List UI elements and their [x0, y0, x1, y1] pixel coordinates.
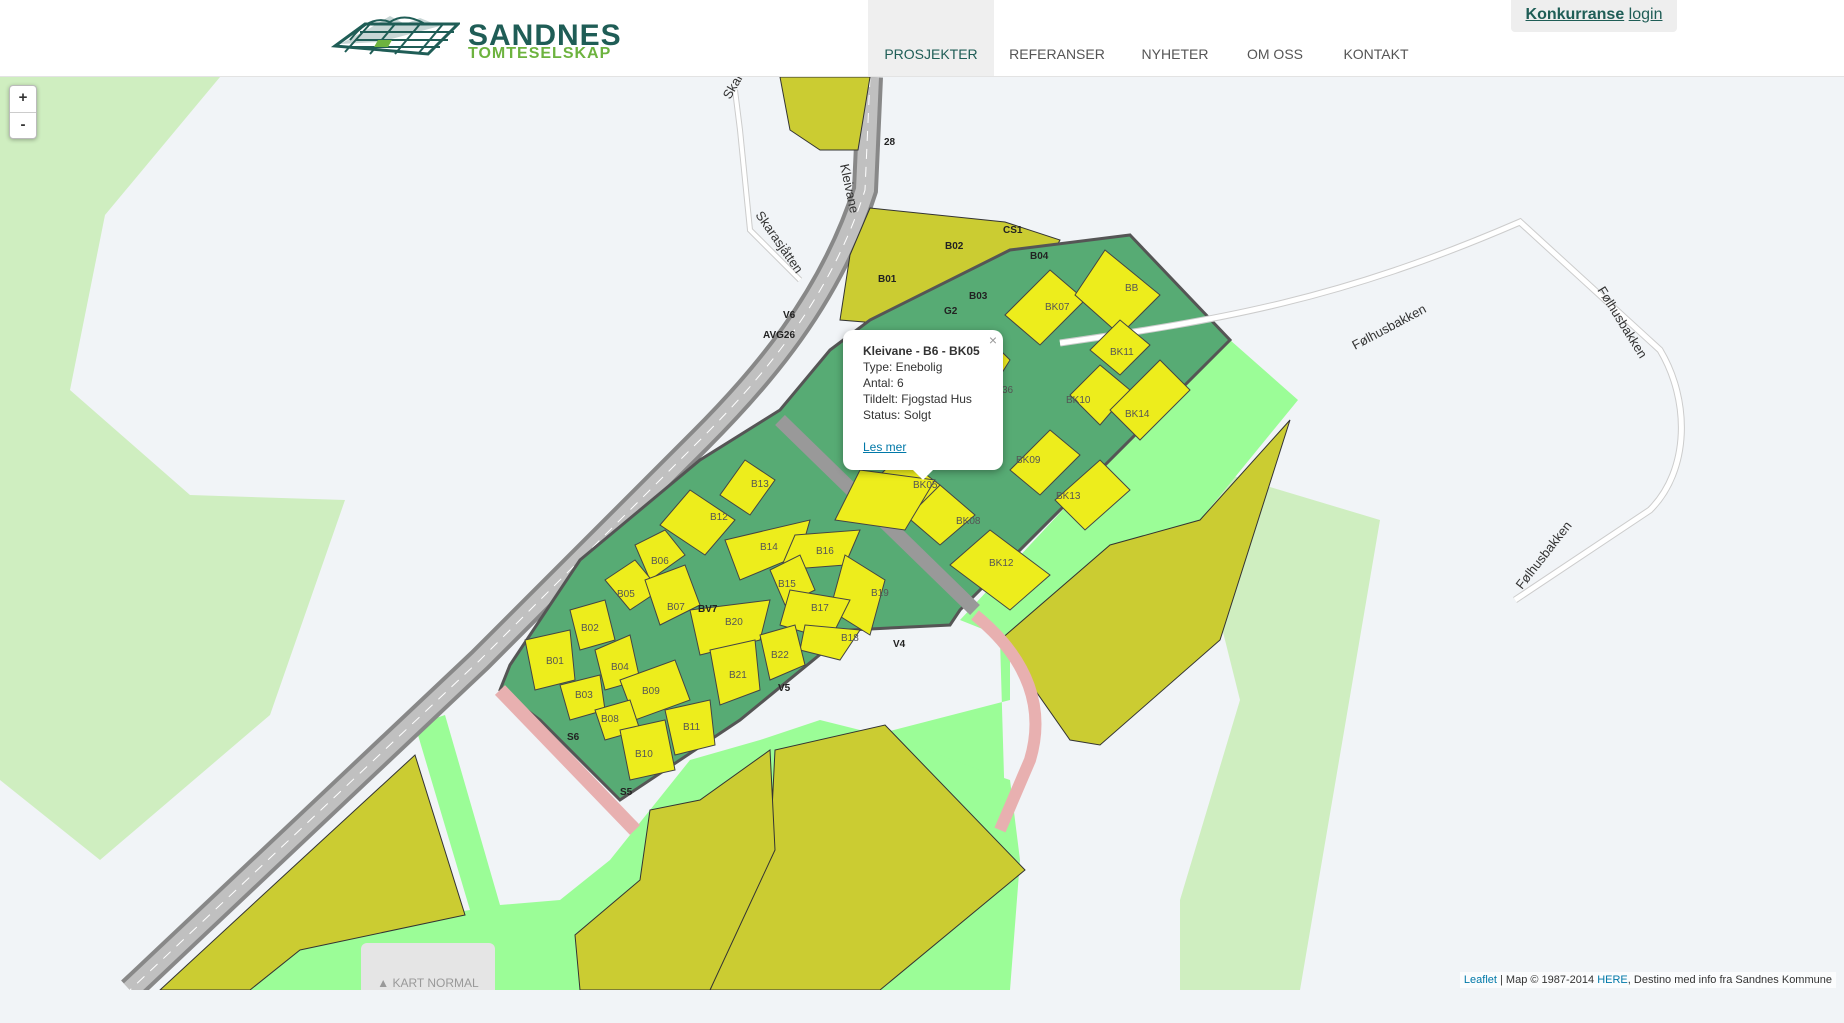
konkurranse-label: Konkurranse: [1525, 6, 1625, 23]
label-bb: BB: [1125, 283, 1139, 294]
zoom-in-button[interactable]: +: [10, 86, 36, 113]
map-canvas[interactable]: Skara Skarasjåtten Kleivane Følhusbakken…: [0, 77, 1844, 990]
leaflet-link[interactable]: Leaflet: [1464, 974, 1497, 986]
green-area-west: [0, 77, 345, 860]
plot-label-b05: B05: [617, 589, 635, 600]
plot-label-bk09: BK09: [1016, 455, 1041, 466]
plot-label-bk12: BK12: [989, 558, 1014, 569]
road-label-folhusbakken-2: Følhusbakken: [1594, 284, 1650, 361]
label-upper-b04: B04: [1030, 251, 1049, 262]
plot-label-b17: B17: [811, 603, 829, 614]
plot-label-b01: B01: [546, 656, 564, 667]
plot-label-b12: B12: [710, 512, 728, 523]
zoning-map[interactable]: Skara Skarasjåtten Kleivane Følhusbakken…: [0, 77, 1844, 990]
label-upper-b02: B02: [945, 241, 964, 252]
nav-nyheter[interactable]: NYHETER: [1133, 0, 1217, 76]
plot-label-b07: B07: [667, 602, 685, 613]
plot-label-bk10: BK10: [1066, 395, 1091, 406]
plot-label-b14: B14: [760, 542, 778, 553]
nav-prosjekter[interactable]: PROSJEKTER: [868, 0, 994, 76]
plot-label-b19: B19: [871, 588, 889, 599]
plot-label-b18: B18: [841, 633, 859, 644]
nav-kontakt[interactable]: KONTAKT: [1336, 0, 1416, 76]
label-cs1: CS1: [1003, 225, 1023, 236]
popup-tip: [913, 470, 933, 480]
label-v4: V4: [893, 639, 906, 650]
plot-label-b08: B08: [601, 714, 619, 725]
popup-status: Status: Solgt: [863, 408, 932, 422]
label-avg26: AVG26: [763, 330, 795, 341]
label-g2: G2: [944, 306, 958, 317]
popup-type: Type: Enebolig: [863, 360, 943, 374]
popup-read-more-link[interactable]: Les mer: [863, 440, 906, 454]
logo-grid-icon: [330, 16, 462, 56]
label-bv7: BV7: [698, 604, 718, 615]
plot-label-b03: B03: [575, 690, 593, 701]
plot-label-bk13: BK13: [1056, 491, 1081, 502]
label-v6: V6: [783, 310, 796, 321]
popup-antal: Antal: 6: [863, 376, 904, 390]
attribution-text-1: | Map © 1987-2014: [1496, 974, 1598, 986]
plot-label-b06: B06: [651, 556, 669, 567]
konkurranse-login-button[interactable]: Konkurranse login: [1511, 0, 1677, 32]
plot-label-b22: B22: [771, 650, 789, 661]
here-link[interactable]: HERE: [1597, 974, 1628, 986]
label-s6: S6: [567, 732, 580, 743]
nav-referanser[interactable]: REFERANSER: [1002, 0, 1112, 76]
kart-normal-button[interactable]: ▲ KART NORMAL: [361, 943, 495, 990]
plot-label-b09: B09: [642, 686, 660, 697]
close-icon[interactable]: ×: [989, 332, 997, 348]
plot-label-bk14: BK14: [1125, 409, 1150, 420]
plot-label-bk07: BK07: [1045, 302, 1070, 313]
zoom-control: + -: [9, 85, 37, 139]
plot-label-bk08: BK08: [956, 516, 981, 527]
label-28: 28: [884, 137, 896, 148]
label-upper-b01: B01: [878, 274, 897, 285]
site-header: SANDNES TOMTESELSKAP PROSJEKTER REFERANS…: [0, 0, 1844, 77]
plot-label-b15: B15: [778, 579, 796, 590]
plot-label-b21: B21: [729, 670, 747, 681]
label-s5: S5: [620, 787, 633, 798]
zoom-out-button[interactable]: -: [10, 113, 36, 139]
plot-label-b13: B13: [751, 479, 769, 490]
attribution-text-2: , Destino med info fra Sandnes Kommune: [1627, 974, 1832, 986]
plot-label-b10: B10: [635, 749, 653, 760]
plot-label-36: 36: [1002, 385, 1014, 396]
company-logo[interactable]: SANDNES TOMTESELSKAP: [330, 14, 621, 64]
plot-label-b11: B11: [683, 722, 700, 733]
road-label-folhusbakken-1: Følhusbakken: [1349, 301, 1428, 353]
plot-label-b16: B16: [816, 546, 834, 557]
plot-label-b02: B02: [581, 623, 599, 634]
nav-om-oss[interactable]: OM OSS: [1240, 0, 1310, 76]
map-attribution: Leaflet | Map © 1987-2014 HERE, Destino …: [1459, 972, 1836, 988]
popup-title: Kleivane - B6 - BK05: [863, 344, 980, 358]
olive-zone-top: [779, 77, 871, 151]
plot-label-bk11: BK11: [1110, 347, 1134, 358]
label-upper-b03: B03: [969, 291, 988, 302]
plot-label-bk05: BK05: [913, 480, 938, 491]
label-v5: V5: [778, 683, 791, 694]
plot-info-popup: × Kleivane - B6 - BK05 Type: Enebolig An…: [843, 330, 1003, 480]
logo-subtitle: TOMTESELSKAP: [468, 45, 612, 62]
login-label: login: [1628, 6, 1663, 23]
popup-tildelt: Tildelt: Fjogstad Hus: [863, 392, 972, 406]
plot-label-b04: B04: [611, 662, 629, 673]
plot-label-b20: B20: [725, 617, 743, 628]
